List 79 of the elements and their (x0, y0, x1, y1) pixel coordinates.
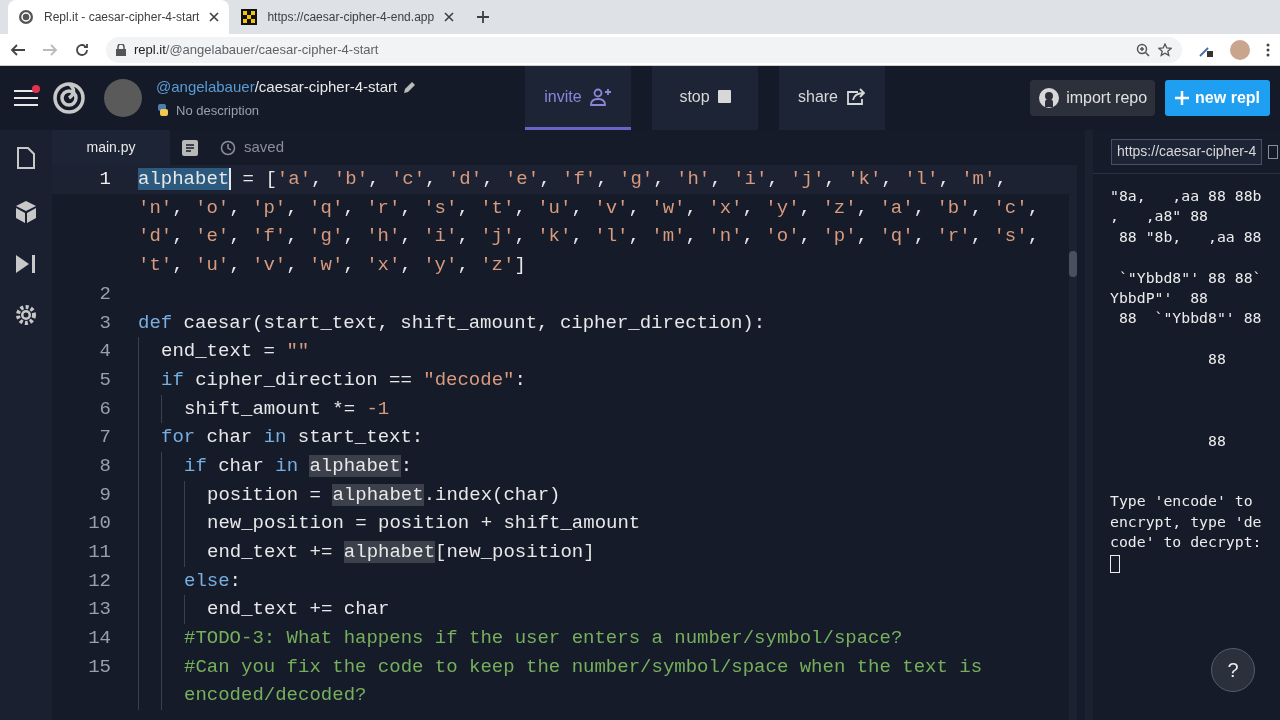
line-number: 5 (99, 368, 111, 391)
star-icon[interactable] (1158, 42, 1172, 57)
code-line: def caesar(start_text, shift_amount, cipher_direction): (138, 310, 766, 336)
line-number: 2 (99, 282, 111, 305)
settings-icon[interactable] (15, 304, 37, 326)
line-number: 6 (99, 397, 111, 420)
line-number: 9 (99, 483, 111, 506)
code-line: position = alphabet.index(char) (207, 482, 561, 508)
plus-icon[interactable] (476, 10, 491, 24)
address-bar[interactable]: repl.it/@angelabauer/caesar-cipher-4-start (106, 36, 1182, 63)
file-tab[interactable]: main.py (52, 130, 170, 165)
close-icon[interactable] (444, 12, 455, 22)
saved-status: saved (244, 137, 285, 158)
line-number: 3 (99, 311, 111, 334)
code-line: encoded/decoded? (184, 683, 367, 709)
line-number: 8 (99, 454, 111, 477)
description-text: No description (176, 101, 260, 120)
checker-icon (241, 9, 258, 25)
plus-icon (1175, 91, 1190, 105)
help-button[interactable]: ? (1211, 648, 1255, 692)
console-prompt: Type 'encode' to encrypt, type 'decode' to decrypt: (1110, 491, 1262, 553)
import-repo-button[interactable]: import repo (1030, 80, 1156, 116)
line-number: 4 (99, 340, 111, 363)
code-line: else: (184, 568, 241, 594)
header-tab[interactable]: share (779, 66, 885, 130)
pencil-icon[interactable] (403, 80, 418, 95)
history-icon (220, 139, 236, 156)
code-line: for char in start_text: (161, 425, 424, 451)
line-number: 11 (88, 541, 111, 564)
browser-tab[interactable]: Repl.it - caesar-cipher-4-start (8, 0, 230, 34)
code-line: if cipher_direction == "decode": (161, 367, 526, 393)
line-number: 14 (88, 627, 111, 650)
file-icon[interactable] (16, 146, 36, 170)
url-text: repl.it/@angelabauer/caesar-cipher-4-start (134, 40, 380, 59)
step-play-icon[interactable] (15, 254, 37, 274)
line-number: 13 (88, 598, 111, 621)
code-line: new_position = position + shift_amount (207, 511, 641, 537)
header-tab[interactable]: invite (525, 66, 631, 130)
url-field[interactable]: https://caesar-cipher-4 (1111, 138, 1263, 165)
code-line: #Can you fix the code to keep the number/symbol/space when the text is (184, 654, 983, 680)
more-icon[interactable] (1266, 42, 1270, 57)
user-plus-icon (589, 87, 612, 106)
spiral-icon (18, 9, 34, 25)
code-line: 't', 'u', 'v', 'w', 'x', 'y', 'z'] (138, 253, 526, 279)
back-icon[interactable] (10, 41, 26, 58)
spiral-logo[interactable] (52, 81, 86, 115)
python-icon (156, 103, 170, 118)
line-number: 15 (88, 655, 111, 678)
stop-icon (717, 90, 731, 103)
tab-title: Repl.it - caesar-cipher-4-start (44, 9, 200, 26)
line-number: 1 (99, 168, 111, 191)
code-line: 'n', 'o', 'p', 'q', 'r', 's', 't', 'u', 'v', 'w', 'x', 'y', 'z', 'a', 'b', 'c', (138, 195, 1040, 221)
code-line: shift_amount *= -1 (184, 396, 390, 422)
cube-icon[interactable] (15, 200, 37, 224)
line-number: 12 (88, 569, 111, 592)
code-line: end_text += alphabet[new_position] (207, 540, 595, 566)
share-icon (846, 87, 866, 106)
close-icon[interactable] (209, 12, 220, 22)
tab-title: https://caesar-cipher-4-end.app (267, 9, 435, 26)
repl-title: @angelabauer/caesar-cipher-4-start (156, 77, 398, 97)
code-line: if char in alphabet: (184, 453, 413, 479)
notes-icon[interactable] (182, 139, 198, 156)
code-line: alphabet = ['a', 'b', 'c', 'd', 'e', 'f', 'g', 'h', 'i', 'j', 'k', 'l', 'm', (138, 167, 1007, 193)
line-number: 7 (99, 426, 111, 449)
avatar (104, 79, 142, 117)
text-cursor (1110, 554, 1120, 573)
zoom-icon[interactable] (1136, 42, 1150, 57)
menu-icon[interactable] (14, 89, 38, 107)
code-line: end_text += char (207, 597, 390, 623)
window-icon[interactable] (1268, 144, 1279, 159)
code-line: end_text = "" (161, 339, 310, 365)
reload-icon[interactable] (74, 41, 90, 58)
code-line: #TODO-3: What happens if the user enters a number/symbol/space? (184, 626, 903, 652)
code-line: 'd', 'e', 'f', 'g', 'h', 'i', 'j', 'k', 'l', 'm', 'n', 'o', 'p', 'q', 'r', 's', (138, 224, 1040, 250)
header-tab[interactable]: stop (652, 66, 758, 130)
resize-handle[interactable] (1085, 130, 1093, 720)
lock-icon (116, 43, 126, 56)
line-number: 10 (88, 512, 111, 535)
browser-tab[interactable]: https://caesar-cipher-4-end.app (231, 0, 465, 34)
